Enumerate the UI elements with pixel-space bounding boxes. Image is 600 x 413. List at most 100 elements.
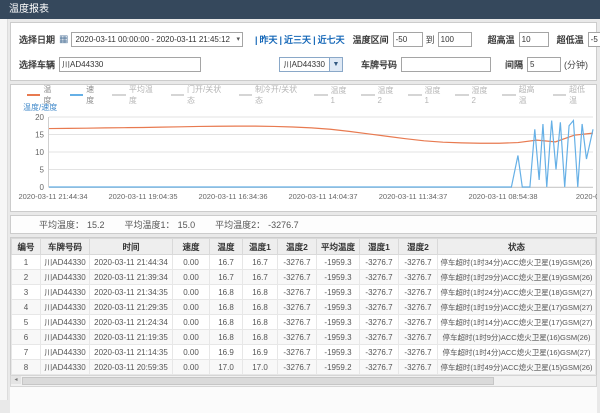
- legend-item-8[interactable]: 湿度2: [455, 85, 491, 105]
- legend-item-1[interactable]: 速度: [70, 84, 102, 106]
- quick-link-2[interactable]: 近七天: [318, 35, 345, 45]
- legend-label: 速度: [86, 84, 101, 106]
- table-cell: 16.9: [210, 345, 243, 360]
- table-cell: -3276.7: [278, 270, 317, 285]
- to-label: 到: [426, 33, 435, 46]
- chevron-down-icon: ▼: [329, 58, 342, 71]
- low-temp-input[interactable]: [588, 32, 600, 47]
- stat-item-0: 平均温度：15.2: [39, 218, 105, 231]
- legend-item-10[interactable]: 超低温: [553, 84, 592, 106]
- filter-row-vehicle: 选择车辆 川AD44330 ▼ 车牌号码 间隔 (分钟): [19, 52, 588, 77]
- legend-line-swatch: [239, 94, 252, 96]
- table-cell: 停车超时(1时4分)ACC熄火卫星(16)GSM(27): [438, 345, 596, 360]
- table-cell: -1959.3: [317, 345, 360, 360]
- table-cell: -3276.7: [360, 330, 399, 345]
- table-cell: -1959.3: [317, 255, 360, 270]
- table-row: 7川AD443302020-03-11 21:14:350.0016.916.9…: [12, 345, 596, 360]
- interval-input[interactable]: [527, 57, 561, 72]
- scrollbar-thumb[interactable]: [22, 377, 494, 385]
- filter-row-date: 选择日期 ▦ 2020-03-11 00:00:00 - 2020-03-11 …: [19, 27, 588, 52]
- legend-line-swatch: [408, 94, 421, 96]
- table-cell: 停车超时(1时14分)ACC熄火卫星(17)GSM(27): [438, 315, 596, 330]
- table-cell: -3276.7: [360, 360, 399, 375]
- table-cell: -3276.7: [278, 255, 317, 270]
- legend-item-2[interactable]: 平均温度: [112, 84, 159, 106]
- col-header-3: 速度: [173, 239, 210, 255]
- date-range-input[interactable]: 2020-03-11 00:00:00 - 2020-03-11 21:45:1…: [71, 32, 243, 47]
- table-cell: 0.00: [173, 360, 210, 375]
- table-cell: -3276.7: [278, 330, 317, 345]
- date-label: 选择日期: [19, 33, 55, 46]
- quick-link-1[interactable]: 近三天: [284, 35, 311, 45]
- legend-item-6[interactable]: 温度2: [361, 85, 397, 105]
- temp-min-input[interactable]: [393, 32, 423, 47]
- report-table-wrap: 编号车牌号码时间速度温度温度1温度2平均温度湿度1湿度2状态 1川AD44330…: [10, 237, 597, 375]
- chevron-down-icon: ▾: [236, 33, 240, 46]
- calendar-icon[interactable]: ▦: [59, 35, 68, 45]
- plate-number-input[interactable]: [401, 57, 491, 72]
- legend-line-swatch: [70, 94, 83, 96]
- table-row: 6川AD443302020-03-11 21:19:350.0016.816.8…: [12, 330, 596, 345]
- table-cell: 0.00: [173, 330, 210, 345]
- table-cell: 0.00: [173, 255, 210, 270]
- table-cell: 16.8: [243, 330, 278, 345]
- table-cell: 5: [12, 315, 41, 330]
- link-separator: |: [255, 35, 258, 45]
- table-row: 3川AD443302020-03-11 21:34:350.0016.816.8…: [12, 285, 596, 300]
- table-cell: 2020-03-11 21:14:35: [90, 345, 173, 360]
- stat-label: 平均温度1：: [125, 220, 175, 230]
- vehicle-select[interactable]: 川AD44330 ▼: [279, 57, 343, 72]
- temp-range-label: 温度区间: [353, 33, 389, 46]
- table-cell: -3276.7: [278, 300, 317, 315]
- table-cell: -3276.7: [360, 300, 399, 315]
- legend-line-swatch: [27, 94, 40, 96]
- tab-temperature-report[interactable]: 温度报表: [9, 4, 49, 15]
- stat-value: 15.0: [178, 220, 196, 230]
- svg-text:5: 5: [40, 166, 45, 175]
- table-row: 4川AD443302020-03-11 21:29:350.0016.816.8…: [12, 300, 596, 315]
- table-cell: 17.0: [210, 360, 243, 375]
- collapsed-side-panel[interactable]: [0, 19, 8, 400]
- high-temp-input[interactable]: [519, 32, 549, 47]
- low-temp-label: 超低温: [557, 33, 584, 46]
- legend-item-9[interactable]: 超高温: [502, 84, 541, 106]
- legend-label: 制冷开/关状态: [255, 84, 303, 106]
- legend-label: 超高温: [519, 84, 542, 106]
- svg-text:2020-03-11 21:44:34: 2020-03-11 21:44:34: [18, 192, 87, 201]
- legend-label: 门开/关状态: [187, 84, 228, 106]
- legend-item-7[interactable]: 湿度1: [408, 85, 444, 105]
- horizontal-scrollbar[interactable]: ◂: [10, 375, 597, 387]
- legend-line-swatch: [455, 94, 468, 96]
- svg-text:15: 15: [35, 131, 44, 140]
- vehicle-search-input[interactable]: [59, 57, 201, 72]
- table-cell: 停车超时(1时29分)ACC熄火卫星(19)GSM(26): [438, 270, 596, 285]
- filter-panel: 选择日期 ▦ 2020-03-11 00:00:00 - 2020-03-11 …: [10, 22, 597, 81]
- temperature-chart: 201510502020-03-11 21:44:342020-03-11 19…: [15, 113, 592, 210]
- col-header-8: 湿度1: [360, 239, 399, 255]
- legend-line-swatch: [171, 94, 184, 96]
- quick-link-0[interactable]: 昨天: [260, 35, 278, 45]
- table-cell: 16.8: [210, 315, 243, 330]
- scroll-left-arrow-icon[interactable]: ◂: [11, 376, 21, 384]
- table-cell: 16.7: [243, 255, 278, 270]
- table-cell: -3276.7: [360, 315, 399, 330]
- svg-text:2020-03-11 16:34:36: 2020-03-11 16:34:36: [198, 192, 267, 201]
- col-header-10: 状态: [438, 239, 596, 255]
- table-cell: -3276.7: [278, 315, 317, 330]
- link-separator: |: [280, 35, 283, 45]
- table-cell: 4: [12, 300, 41, 315]
- svg-text:20: 20: [35, 113, 44, 122]
- table-cell: -3276.7: [360, 270, 399, 285]
- table-cell: -3276.7: [399, 345, 438, 360]
- legend-item-5[interactable]: 温度1: [314, 85, 350, 105]
- table-cell: 0.00: [173, 285, 210, 300]
- legend-label: 平均温度: [129, 84, 160, 106]
- temp-max-input[interactable]: [438, 32, 472, 47]
- table-cell: 7: [12, 345, 41, 360]
- table-cell: 16.8: [210, 330, 243, 345]
- table-cell: 16.7: [243, 270, 278, 285]
- bottom-filler: [10, 387, 597, 413]
- table-cell: -1959.3: [317, 315, 360, 330]
- legend-item-3[interactable]: 门开/关状态: [171, 84, 228, 106]
- legend-item-4[interactable]: 制冷开/关状态: [239, 84, 304, 106]
